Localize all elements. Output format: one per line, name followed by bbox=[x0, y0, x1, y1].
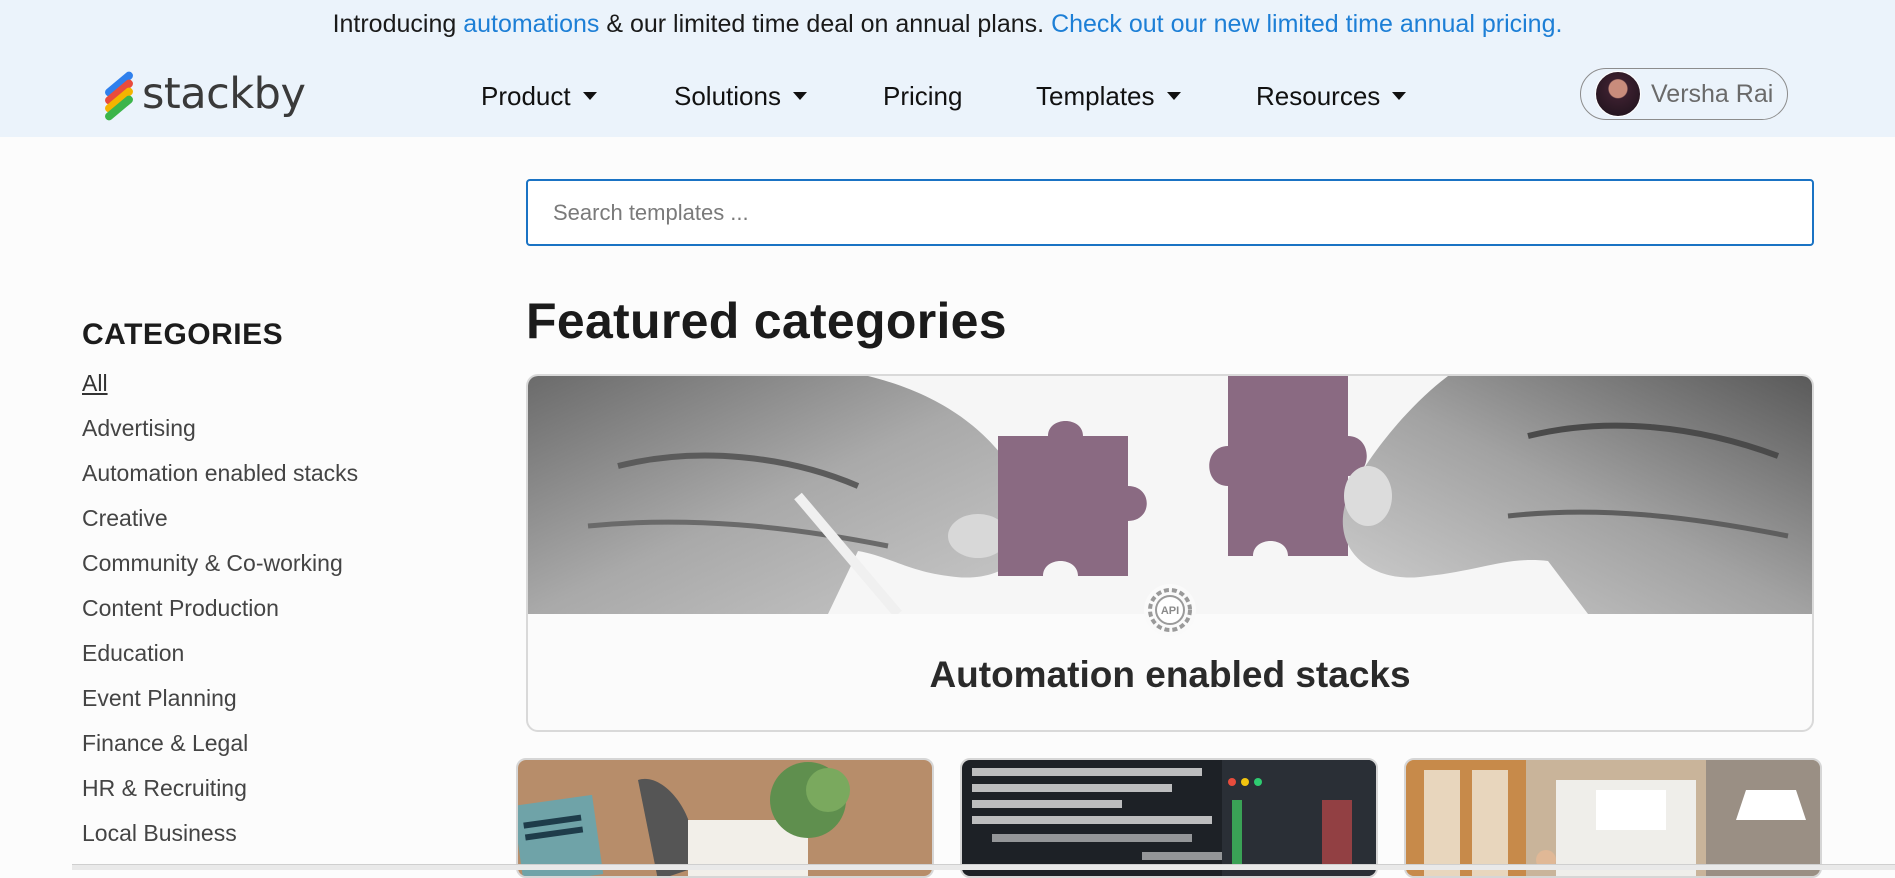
category-item-hr-recruiting[interactable]: HR & Recruiting bbox=[82, 775, 358, 820]
user-name: Versha Rai bbox=[1651, 79, 1774, 108]
api-badge-text: API bbox=[1161, 605, 1179, 617]
nav-solutions-label: Solutions bbox=[674, 80, 781, 111]
logo-wordmark: stackby bbox=[142, 68, 306, 119]
nav-templates-label: Templates bbox=[1036, 80, 1155, 111]
avatar bbox=[1595, 71, 1641, 117]
automations-link[interactable]: automations bbox=[463, 10, 599, 38]
announcement-prefix: Introducing bbox=[332, 10, 464, 38]
announcement-middle: & our limited time deal on annual plans. bbox=[599, 10, 1052, 38]
featured-categories-heading: Featured categories bbox=[526, 293, 1007, 349]
nav-product[interactable]: Product bbox=[481, 76, 597, 116]
nav-product-label: Product bbox=[481, 80, 571, 111]
nav-pricing[interactable]: Pricing bbox=[883, 76, 962, 116]
api-gear-icon: API bbox=[1144, 584, 1196, 636]
category-list: All Advertising Automation enabled stack… bbox=[82, 370, 358, 865]
office-image bbox=[1406, 760, 1820, 876]
category-item-advertising[interactable]: Advertising bbox=[82, 415, 358, 460]
category-item-creative[interactable]: Creative bbox=[82, 505, 358, 550]
category-card-office[interactable] bbox=[1404, 758, 1822, 878]
category-card-marketing[interactable] bbox=[516, 758, 934, 878]
nav-pricing-label: Pricing bbox=[883, 80, 963, 111]
horizontal-scrollbar[interactable] bbox=[72, 864, 1895, 870]
category-item-local-business[interactable]: Local Business bbox=[82, 820, 358, 865]
top-header: Introducing automations & our limited ti… bbox=[0, 0, 1895, 137]
announcement-bar: Introducing automations & our limited ti… bbox=[0, 10, 1895, 39]
stackby-logo-icon bbox=[105, 71, 133, 121]
caret-down-icon bbox=[1392, 92, 1407, 100]
nav-resources-label: Resources bbox=[1256, 80, 1381, 111]
featured-card-label: Automation enabled stacks bbox=[929, 654, 1411, 695]
category-item-event-planning[interactable]: Event Planning bbox=[82, 685, 358, 730]
terminal-image bbox=[962, 760, 1376, 876]
nav-templates[interactable]: Templates bbox=[1036, 76, 1181, 116]
puzzle-hands-image bbox=[528, 376, 1812, 614]
categories-heading: CATEGORIES bbox=[82, 318, 284, 351]
category-item-content-production[interactable]: Content Production bbox=[82, 595, 358, 640]
category-item-community[interactable]: Community & Co-working bbox=[82, 550, 358, 595]
nav-solutions[interactable]: Solutions bbox=[674, 76, 807, 116]
nav-resources[interactable]: Resources bbox=[1256, 76, 1407, 116]
marketing-desk-image bbox=[518, 760, 932, 876]
category-item-education[interactable]: Education bbox=[82, 640, 358, 685]
stackby-logo[interactable]: stackby bbox=[98, 66, 306, 122]
featured-card-automation[interactable]: API Automation enabled stacks bbox=[526, 374, 1814, 732]
caret-down-icon bbox=[582, 92, 597, 100]
category-item-finance-legal[interactable]: Finance & Legal bbox=[82, 730, 358, 775]
caret-down-icon bbox=[792, 92, 807, 100]
category-item-all[interactable]: All bbox=[82, 370, 358, 415]
annual-pricing-link[interactable]: Check out our new limited time annual pr… bbox=[1051, 10, 1562, 38]
caret-down-icon bbox=[1166, 92, 1181, 100]
category-card-developer[interactable] bbox=[960, 758, 1378, 878]
search-input[interactable] bbox=[526, 179, 1814, 246]
user-menu-button[interactable]: Versha Rai bbox=[1580, 68, 1788, 120]
category-item-automation[interactable]: Automation enabled stacks bbox=[82, 460, 358, 505]
